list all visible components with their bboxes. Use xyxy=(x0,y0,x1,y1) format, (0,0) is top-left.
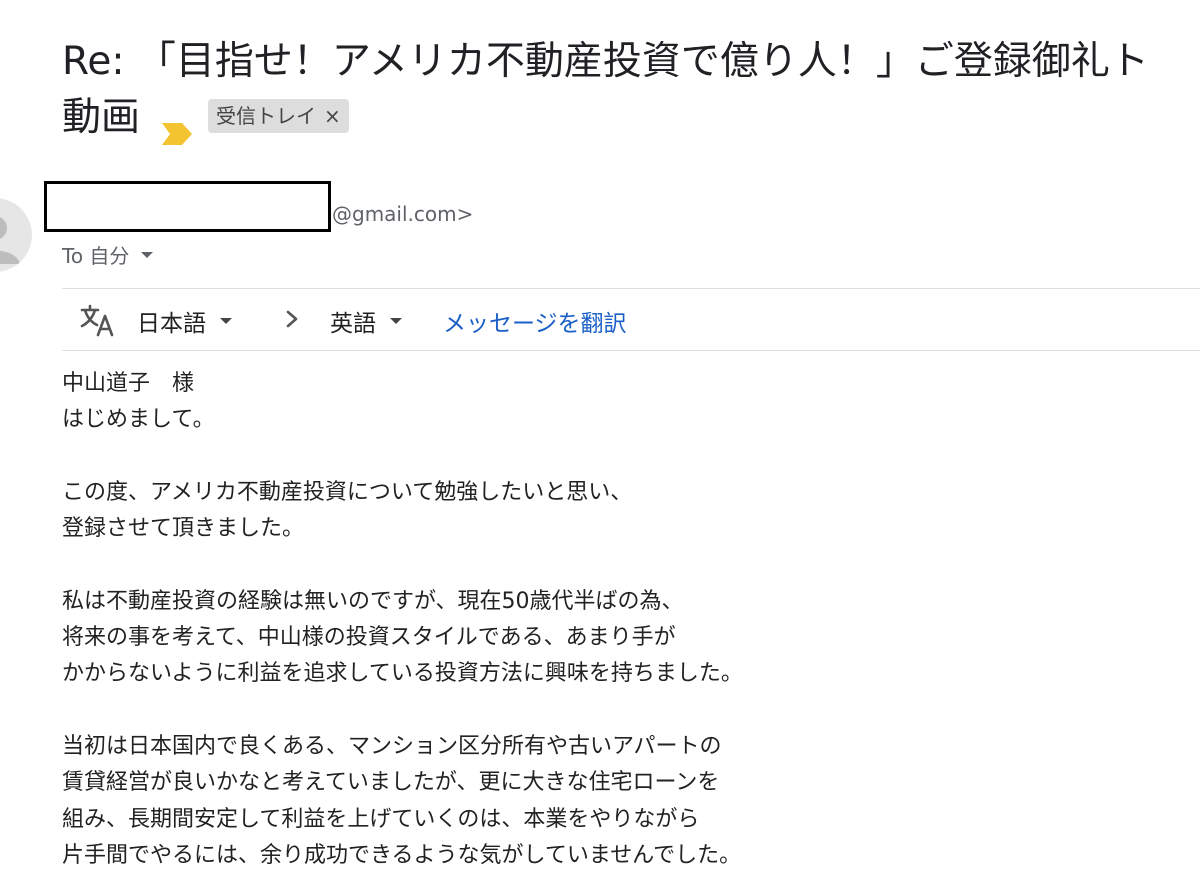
close-icon[interactable]: × xyxy=(324,99,341,133)
recipient-details-toggle[interactable]: To 自分 xyxy=(62,240,154,269)
recipient-label: To 自分 xyxy=(62,244,130,268)
body-line: はじめまして。 xyxy=(62,407,215,433)
sender-email: @gmail.com> xyxy=(332,202,474,226)
body-line: 当初は日本国内で良くある、マンション区分所有や古いアパートの xyxy=(62,733,722,759)
translate-icon xyxy=(80,304,114,337)
body-line: 将来の事を考えて、中山様の投資スタイルである、あまり手が xyxy=(62,625,676,651)
avatar-icon xyxy=(0,198,32,272)
body-line: この度、アメリカ不動産投資について勉強したいと思い、 xyxy=(62,479,633,505)
body-line: かからないように利益を追求している投資方法に興味を持ちました。 xyxy=(62,661,743,687)
caret-down-icon xyxy=(220,318,232,324)
body-line: 賃貸経営が良いかなと考えていましたが、更に大きな住宅ローンを xyxy=(62,770,720,796)
body-line: 私は不動産投資の経験は無いのですが、現在50歳代半ばの為、 xyxy=(62,588,684,614)
chevron-right-icon xyxy=(286,310,298,328)
translate-message-link[interactable]: メッセージを翻訳 xyxy=(443,304,627,338)
divider xyxy=(62,350,1200,351)
body-line: 組み、長期間安定して利益を上げていくのは、本業をやりながら xyxy=(62,806,700,832)
redacted-sender-name xyxy=(44,181,331,232)
inbox-label-text: 受信トレイ xyxy=(216,103,317,128)
inbox-label-chip[interactable]: 受信トレイ × xyxy=(208,98,349,133)
source-language-select[interactable]: 日本語 xyxy=(137,304,232,338)
body-line: 中山道子 様 xyxy=(62,371,195,396)
email-view: Re: 「目指せ！アメリカ不動産投資で億り人！」ご登録御礼ト動画 受信トレイ × @… xyxy=(0,0,1200,886)
important-marker-icon[interactable] xyxy=(162,105,193,145)
email-subject: Re: 「目指せ！アメリカ不動産投資で億り人！」ご登録御礼ト動画 受信トレイ × xyxy=(62,34,1182,146)
divider xyxy=(62,288,1200,289)
body-line: 片手間でやるには、余り成功できるような気がしていませんでした。 xyxy=(62,842,742,868)
target-language-label: 英語 xyxy=(330,311,376,337)
body-line: 登録させて頂きました。 xyxy=(62,516,305,542)
email-body: 中山道子 様 はじめまして。 この度、アメリカ不動産投資について勉強したいと思い… xyxy=(62,366,1162,874)
target-language-select[interactable]: 英語 xyxy=(330,304,402,338)
caret-down-icon xyxy=(390,318,402,324)
translate-bar: 日本語 英語 メッセージを翻訳 xyxy=(62,290,1200,350)
caret-down-icon xyxy=(141,251,154,258)
source-language-label: 日本語 xyxy=(137,311,206,337)
